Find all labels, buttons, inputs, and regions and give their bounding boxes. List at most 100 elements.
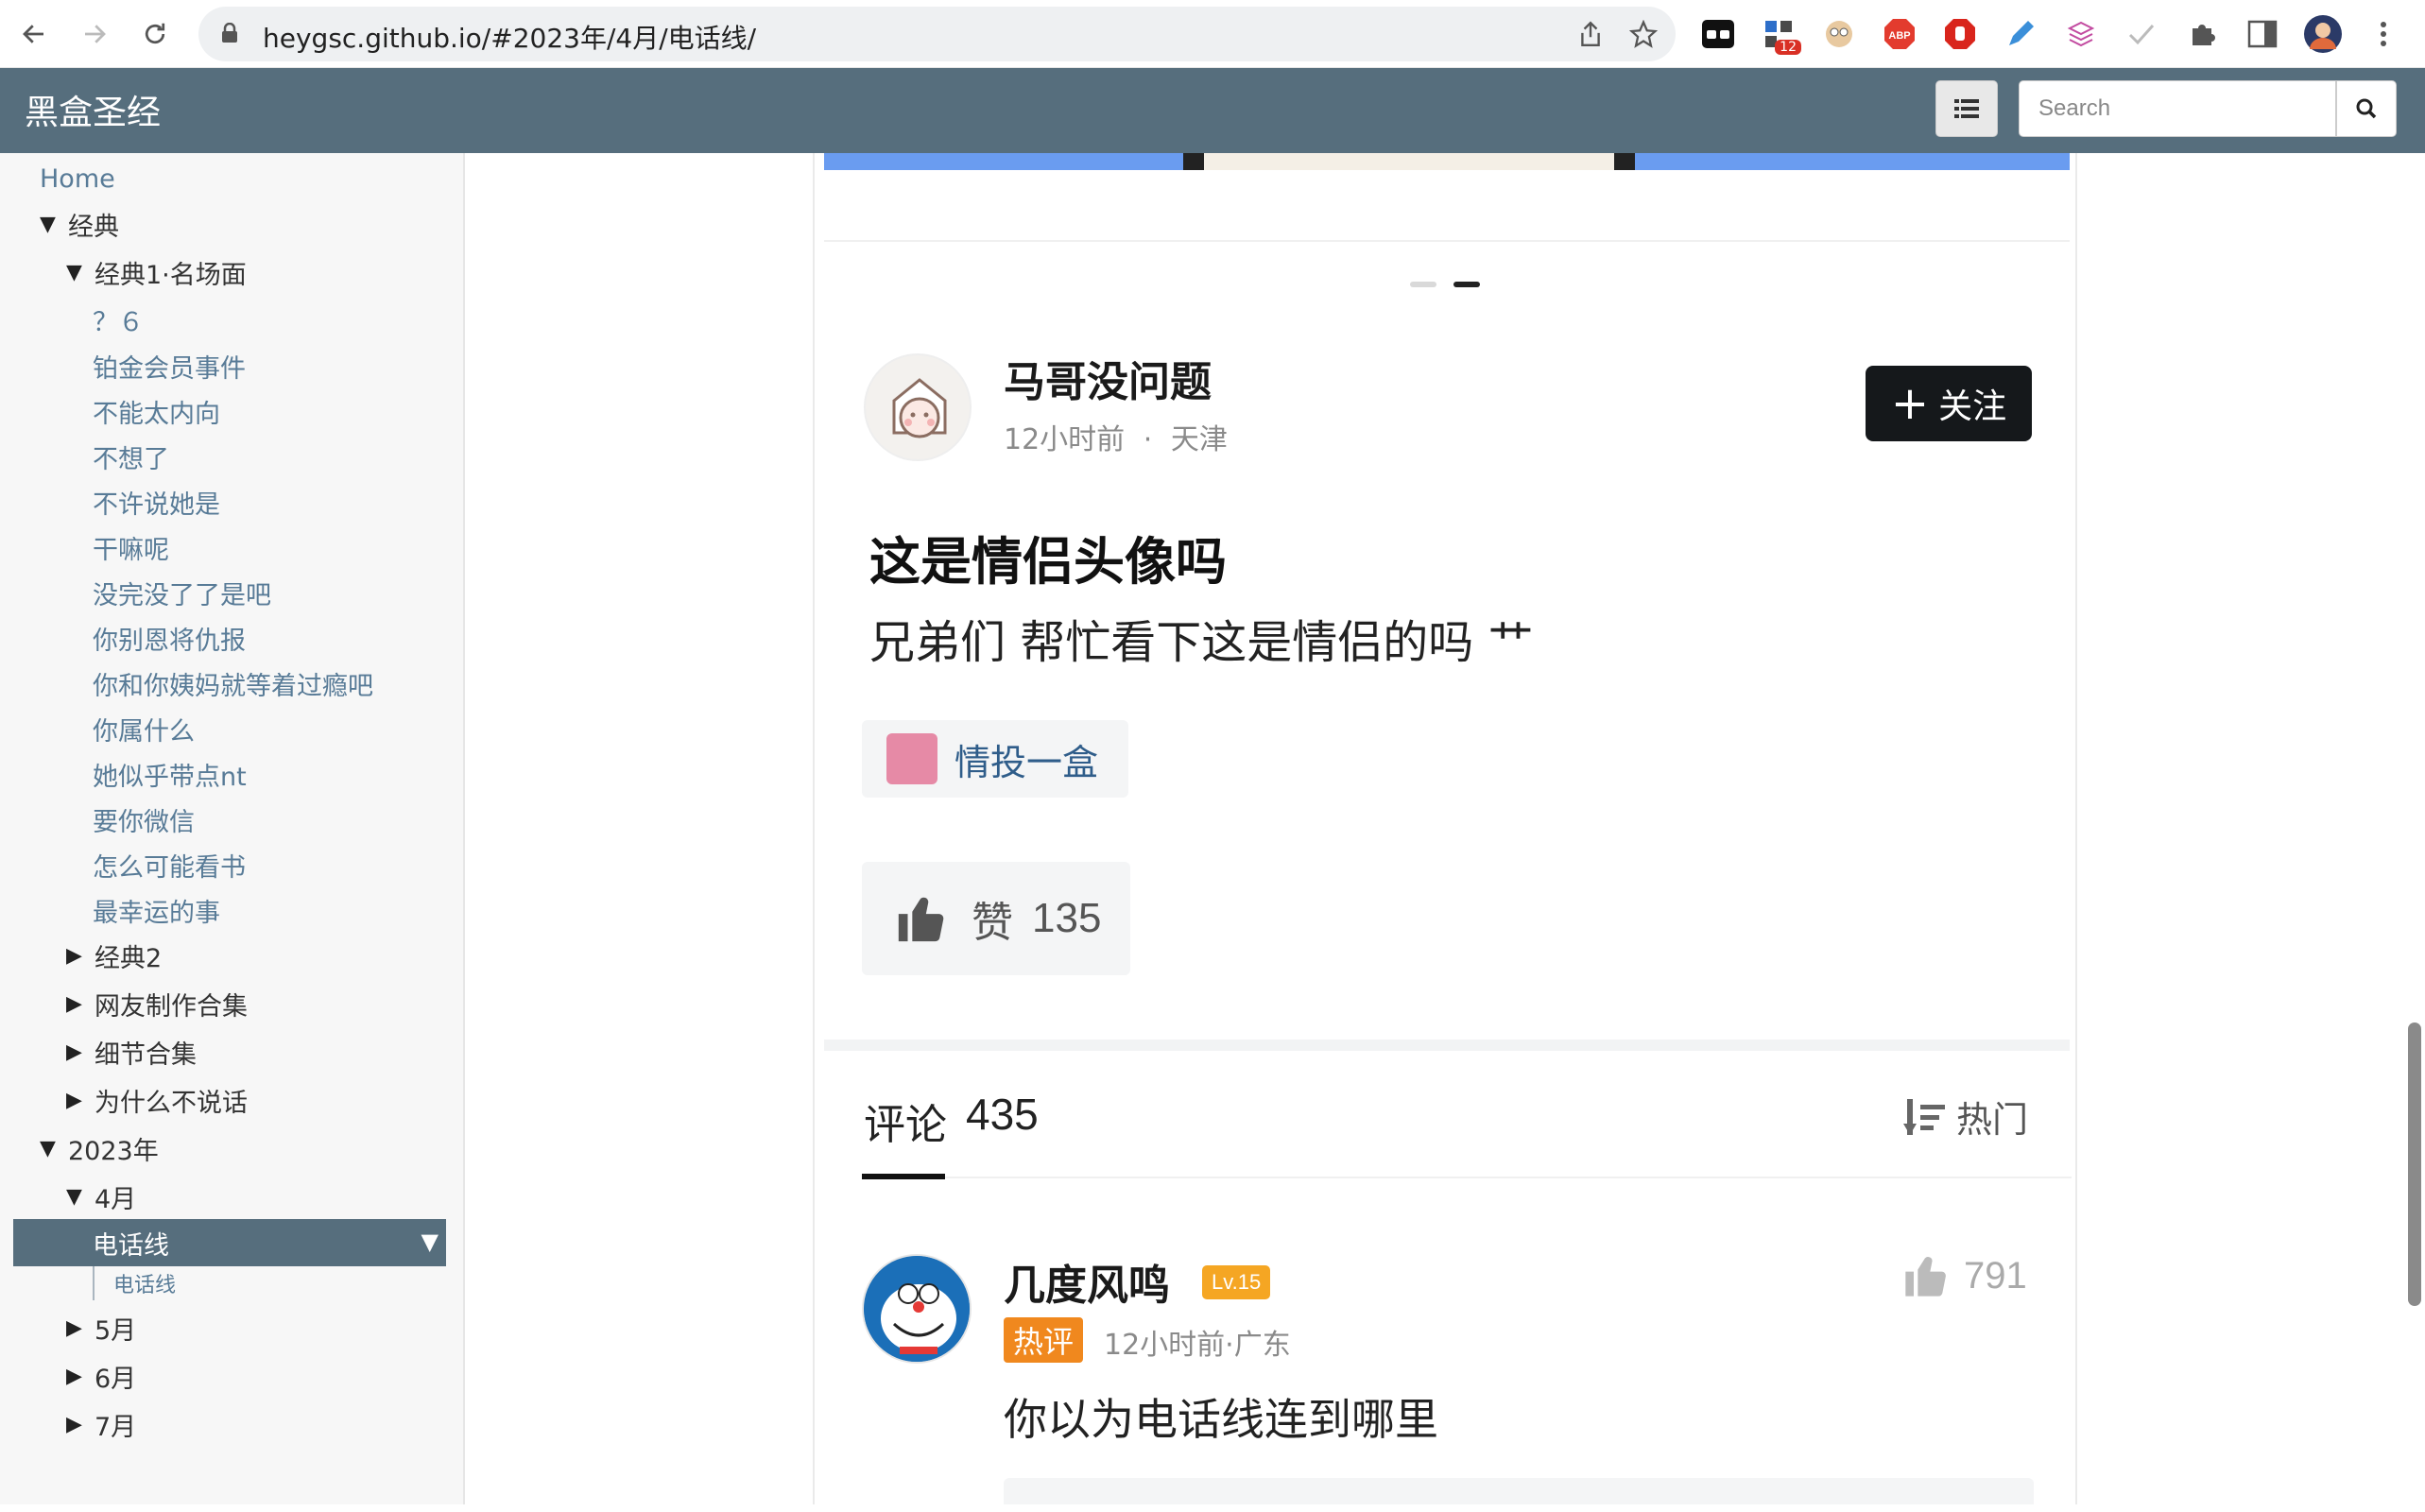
sort-hot-button[interactable]: 热门 [1901,1091,2028,1143]
sidebar-item-page[interactable]: 没完没了了是吧 [93,573,271,612]
comment-replies-box[interactable] [1004,1478,2034,1504]
comments-tab[interactable]: 评论 [864,1091,947,1151]
sidebar-item-page[interactable]: 她似乎带点nt [93,754,247,794]
post-meta: 12小时前 · 天津 [1004,416,1228,457]
reload-icon [145,23,165,44]
forward-button[interactable] [74,13,115,55]
commenter-name[interactable]: 几度风鸣 [1004,1251,1170,1312]
sidebar-item-page[interactable]: 不能太内向 [93,391,220,431]
sidebar-item-home[interactable]: Home [40,159,115,198]
extension-tabs[interactable]: 12 [1758,13,1801,55]
site-title[interactable]: 黑盒圣经 [25,85,161,134]
extension-layers[interactable] [2060,13,2102,55]
divider [824,240,2070,242]
sidebar-item-page[interactable]: 不想了 [93,437,169,476]
caret-down-icon[interactable]: ▼ [421,1228,439,1255]
sidebar-item-page[interactable]: 你和你姨妈就等着过瘾吧 [93,663,373,703]
arrow-left-icon [23,25,43,43]
sidebar-item-label: 不想了 [93,444,169,474]
sidebar-folder-april[interactable]: ▼ 4月 [66,1177,136,1216]
sidebar-folder-classic2[interactable]: ▶ 经典2 [66,936,162,975]
sidebar-item-page[interactable]: 怎么可能看书 [93,845,246,885]
extension-badge: 12 [1775,40,1801,55]
sidebar-item-label: 没完没了了是吧 [93,580,271,610]
comment-like-button[interactable]: 791 [1901,1251,2027,1300]
sidebar-subheading[interactable]: 电话线 [93,1266,176,1300]
sidebar-folder-2023[interactable]: ▼ 2023年 [40,1128,159,1168]
sidebar-item-label: 经典2 [95,943,163,973]
sidebar-folder-classic1[interactable]: ▼ 经典1·名场面 [66,252,247,292]
sidebar-folder-june[interactable]: ▶ 6月 [66,1356,136,1396]
sidebar-item-page[interactable]: 你属什么 [93,709,195,748]
share-button[interactable] [1573,16,1608,52]
like-button[interactable]: 赞 135 [862,862,1130,975]
follow-button[interactable]: + 关注 [1866,366,2032,441]
topic-icon [886,733,937,784]
sidebar-item-page[interactable]: 你别恩将仇报 [93,618,246,658]
sidebar-item-page[interactable]: 铂金会员事件 [93,346,246,386]
sidebar-item-label: 不许说她是 [93,490,220,520]
extension-check[interactable] [2121,13,2162,55]
caret-down-icon: ▼ [66,260,82,284]
search-button[interactable] [2336,80,2397,137]
side-panel-button[interactable] [2242,13,2283,55]
caret-right-icon: ▶ [66,1088,82,1112]
search-input[interactable] [2019,80,2336,137]
extension-dark[interactable] [1697,13,1739,55]
author-avatar[interactable] [864,353,972,461]
list-icon [1954,99,1979,118]
post-time: 12小时前 [1004,423,1126,456]
comment-like-count: 791 [1964,1254,2027,1297]
section-divider [824,1040,2070,1051]
follow-label: 关注 [1938,387,2007,426]
sidebar-item-page[interactable]: 不许说她是 [93,482,220,522]
page-scrollbar[interactable] [2408,1022,2421,1306]
profile-button[interactable] [2302,13,2344,55]
sidebar-folder-july[interactable]: ▶ 7月 [66,1404,136,1444]
carousel-dot[interactable] [1410,282,1436,287]
sidebar-item-label: 你和你姨妈就等着过瘾吧 [93,671,373,701]
sidebar-folder-why-silent[interactable]: ▶ 为什么不说话 [66,1080,248,1120]
sidebar-folder-details[interactable]: ▶ 细节合集 [66,1032,197,1072]
like-count: 135 [1032,895,1102,941]
browser-menu-button[interactable] [2363,13,2404,55]
sidebar-folder-may[interactable]: ▶ 5月 [66,1308,136,1348]
extensions-menu-button[interactable] [2181,13,2223,55]
reload-button[interactable] [134,13,176,55]
sidebar-item-page[interactable]: ？６ [93,300,144,339]
level-badge: Lv.15 [1202,1265,1271,1299]
sidebar-item-page[interactable]: 最幸运的事 [93,890,220,930]
extension-owl[interactable] [1818,13,1860,55]
sidebar-item-label: 2023年 [68,1136,159,1166]
comments-divider [862,1177,2072,1178]
layers-icon [2067,21,2095,47]
sidebar-toc: Home ▼ 经典 ▼ 经典1·名场面 ？６ 铂金会员事件 不能太内向 不想了 不许… [0,153,465,1504]
carousel-dot-active[interactable] [1453,282,1480,287]
sidebar-item-page[interactable]: 干嘛呢 [93,527,169,567]
extension-adblock[interactable]: ABP [1879,13,1920,55]
sidebar-item-label: 网友制作合集 [95,991,248,1022]
sidebar-item-label: ？６ [93,307,144,337]
site-header: 黑盒圣经 [0,68,2425,153]
toc-toggle-button[interactable] [1935,80,1998,137]
bookmark-button[interactable] [1625,16,1661,52]
topic-label: 情投一盒 [955,741,1099,783]
address-bar[interactable]: heygsc.github.io/#2023年/4月/电话线/ [198,7,1676,61]
sidebar-item-label: 电话线 [113,1274,177,1297]
sidebar-folder-classic[interactable]: ▼ 经典 [40,204,119,244]
extension-highlighter[interactable] [2000,13,2041,55]
commenter-avatar[interactable] [862,1254,972,1364]
side-panel-icon [2247,20,2278,48]
sidebar-item-label: 为什么不说话 [95,1088,248,1118]
sidebar-item-active[interactable]: 电话线 ▼ [13,1219,446,1266]
share-icon [1581,21,1600,47]
check-icon [2128,25,2155,45]
sidebar-folder-netizen[interactable]: ▶ 网友制作合集 [66,984,248,1023]
cartoon-avatar-icon [864,1256,970,1362]
author-name[interactable]: 马哥没问题 [1004,348,1212,408]
extension-stop[interactable] [1939,13,1981,55]
topic-tag[interactable]: 情投一盒 [862,720,1128,798]
sidebar-item-page[interactable]: 要你微信 [93,799,195,839]
pen-icon [2009,21,2034,45]
back-button[interactable] [13,13,55,55]
